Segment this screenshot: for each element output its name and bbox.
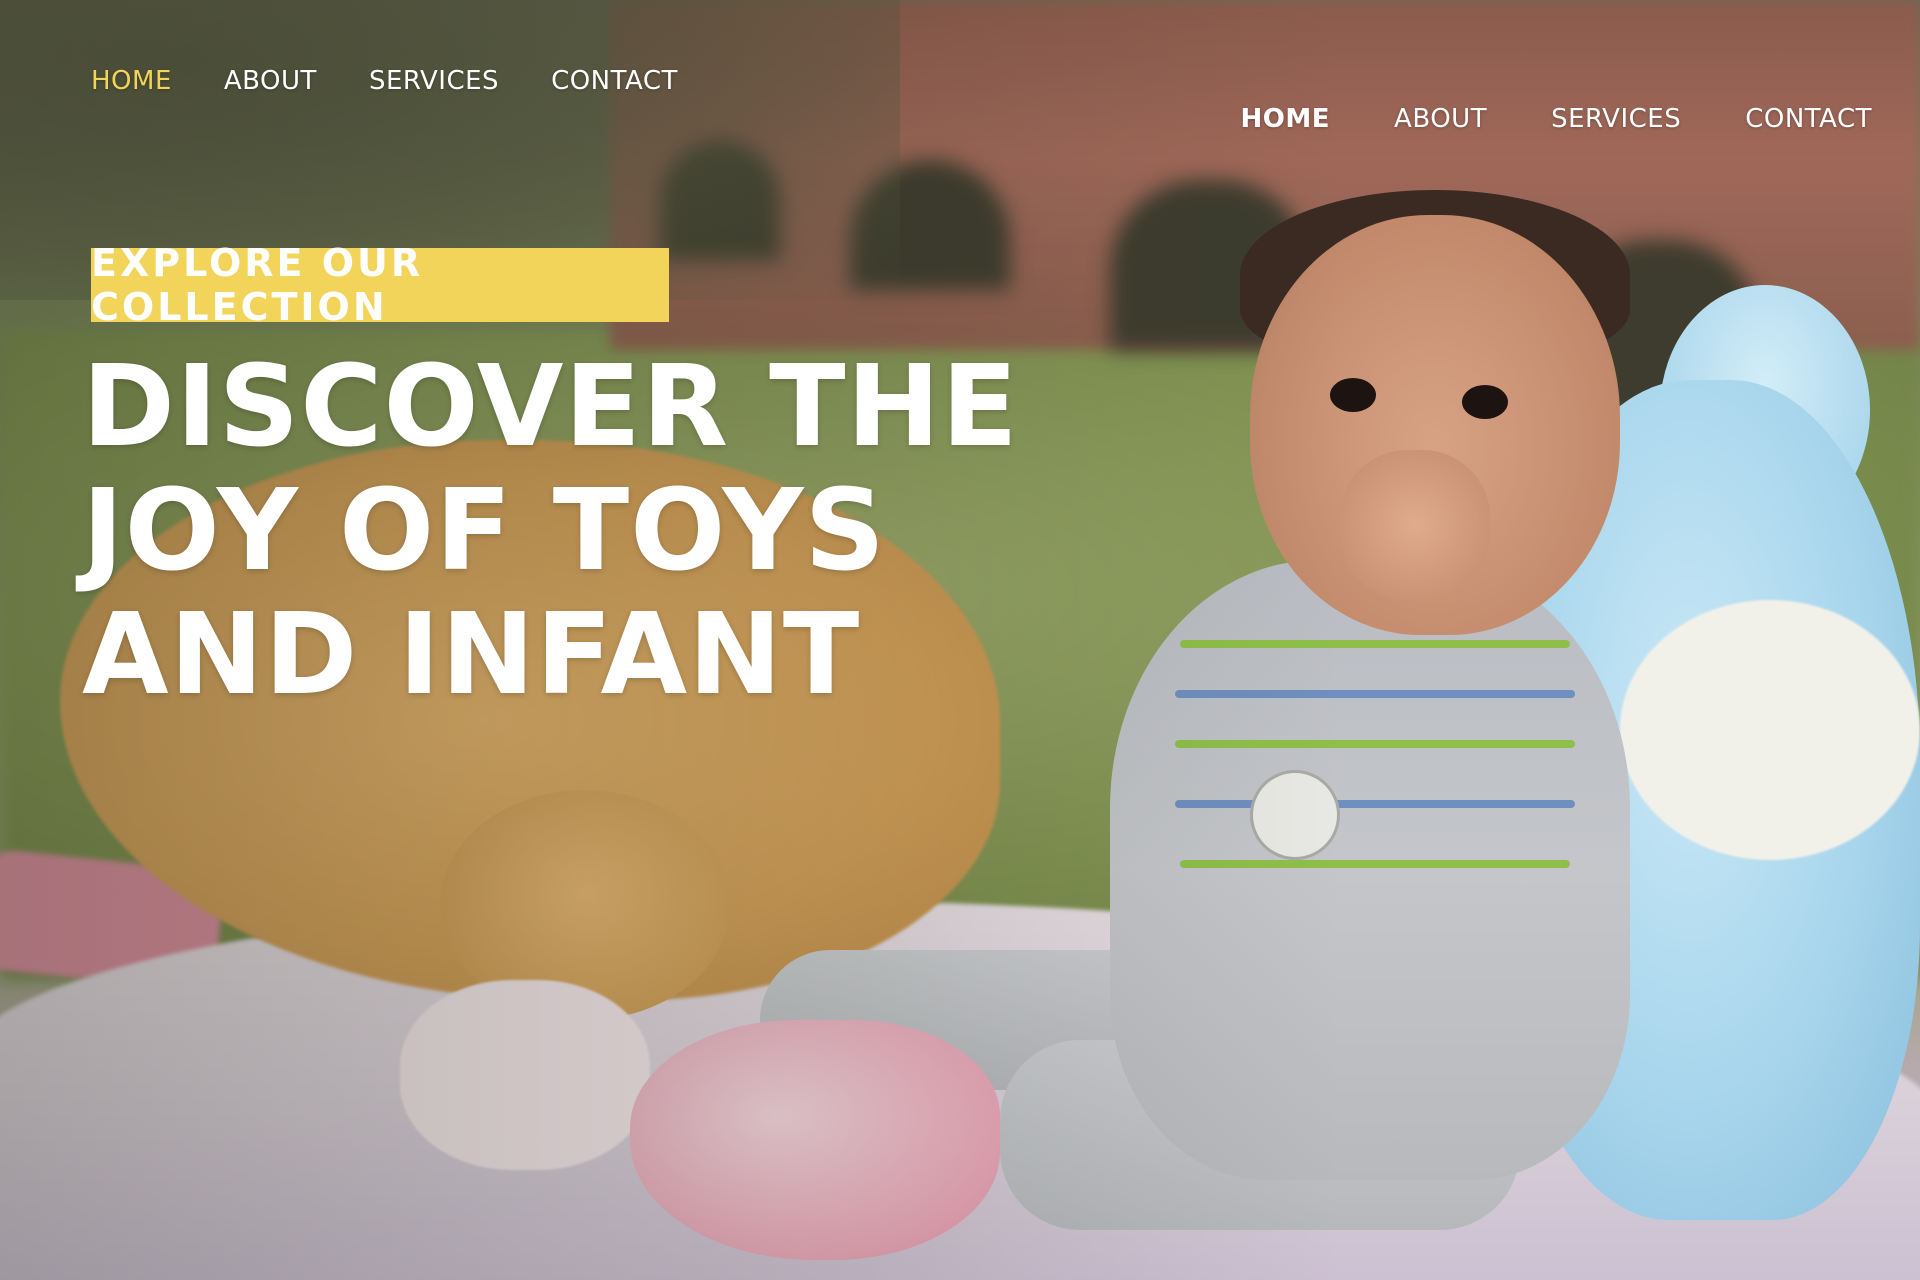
- nav-home-link-secondary[interactable]: HOME: [1241, 104, 1331, 134]
- nav-services-link[interactable]: SERVICES: [369, 66, 499, 96]
- primary-nav: HOME ABOUT SERVICES CONTACT: [91, 66, 678, 96]
- secondary-nav: HOME ABOUT SERVICES CONTACT: [1241, 104, 1872, 134]
- nav-contact-link[interactable]: CONTACT: [551, 66, 678, 96]
- explore-collection-button[interactable]: EXPLORE OUR COLLECTION: [91, 241, 669, 329]
- hero-headline: DISCOVER THE JOY OF TOYS AND INFANT: [82, 342, 1019, 720]
- nav-services-link-secondary[interactable]: SERVICES: [1551, 104, 1681, 134]
- headline-line: DISCOVER THE: [82, 342, 1019, 472]
- headline-line: AND INFANT: [82, 590, 861, 720]
- nav-contact-link-secondary[interactable]: CONTACT: [1745, 104, 1872, 134]
- explore-collection-label: EXPLORE OUR COLLECTION: [91, 241, 424, 329]
- headline-line: JOY OF TOYS: [82, 466, 887, 596]
- nav-about-link[interactable]: ABOUT: [224, 66, 317, 96]
- nav-about-link-secondary[interactable]: ABOUT: [1394, 104, 1487, 134]
- nav-home-link[interactable]: HOME: [91, 66, 172, 96]
